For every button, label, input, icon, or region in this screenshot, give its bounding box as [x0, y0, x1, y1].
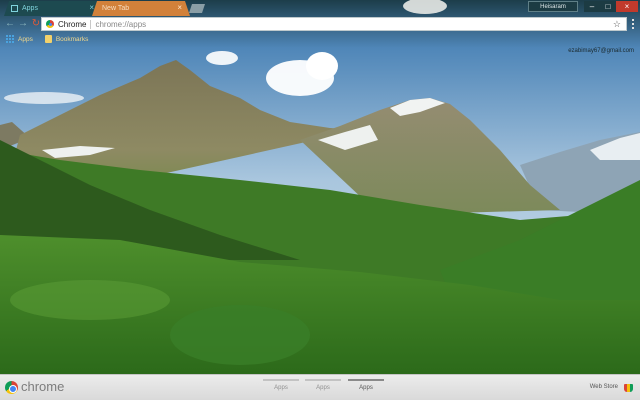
bookmark-label: Apps — [18, 35, 33, 43]
toolbar: ← → ↻ Chrome chrome://apps ☆ — [0, 16, 640, 32]
back-button[interactable]: ← — [4, 18, 16, 30]
minimize-button[interactable]: – — [584, 1, 600, 12]
bookmark-apps[interactable]: Apps — [6, 35, 33, 43]
bookmark-bookmarks-folder[interactable]: Bookmarks — [44, 35, 89, 43]
url-text[interactable]: chrome://apps — [95, 20, 146, 29]
omnibox-chrome-label: Chrome — [58, 19, 87, 29]
folder-icon — [44, 35, 52, 43]
profile-button[interactable]: Heisaram — [528, 1, 578, 12]
web-store-icon[interactable] — [624, 384, 633, 392]
page-tab[interactable]: Apps — [263, 379, 299, 397]
account-email[interactable]: ezabimay67@gmail.com — [568, 48, 634, 54]
omnibox-separator — [90, 19, 92, 29]
tab-new-tab[interactable]: New Tab × — [92, 1, 190, 16]
tab-label: New Tab — [102, 5, 130, 12]
apps-grid-icon — [6, 35, 14, 43]
bookmark-star-icon[interactable]: ☆ — [613, 18, 621, 30]
bookmarks-bar: Apps Bookmarks — [0, 33, 640, 45]
web-store-link[interactable]: Web Store — [590, 384, 618, 390]
close-icon[interactable]: × — [89, 4, 94, 12]
tab-strip: Apps × New Tab × Heisaram – □ × — [0, 0, 640, 16]
chrome-page-icon — [46, 20, 54, 28]
page-tab[interactable]: Apps — [305, 379, 341, 397]
close-icon[interactable]: × — [177, 4, 182, 12]
tab-apps[interactable]: Apps × — [4, 1, 102, 16]
close-window-button[interactable]: × — [616, 1, 638, 12]
tab-label: Apps — [22, 5, 38, 12]
chrome-logo-text: chrome — [21, 379, 65, 394]
bookmark-label: Bookmarks — [55, 35, 89, 43]
menu-icon[interactable] — [629, 19, 637, 29]
forward-button[interactable]: → — [17, 18, 29, 30]
apps-tab-icon — [11, 5, 18, 12]
wallpaper-mountain-landscape — [0, 0, 640, 400]
apps-footer: chrome Apps Apps Apps Web Store — [0, 374, 640, 400]
page-tab-active[interactable]: Apps — [348, 379, 384, 397]
new-tab-button[interactable] — [189, 4, 205, 13]
chrome-logo-icon — [5, 381, 18, 394]
maximize-button[interactable]: □ — [600, 1, 616, 12]
address-bar[interactable]: Chrome chrome://apps ☆ — [41, 17, 627, 31]
